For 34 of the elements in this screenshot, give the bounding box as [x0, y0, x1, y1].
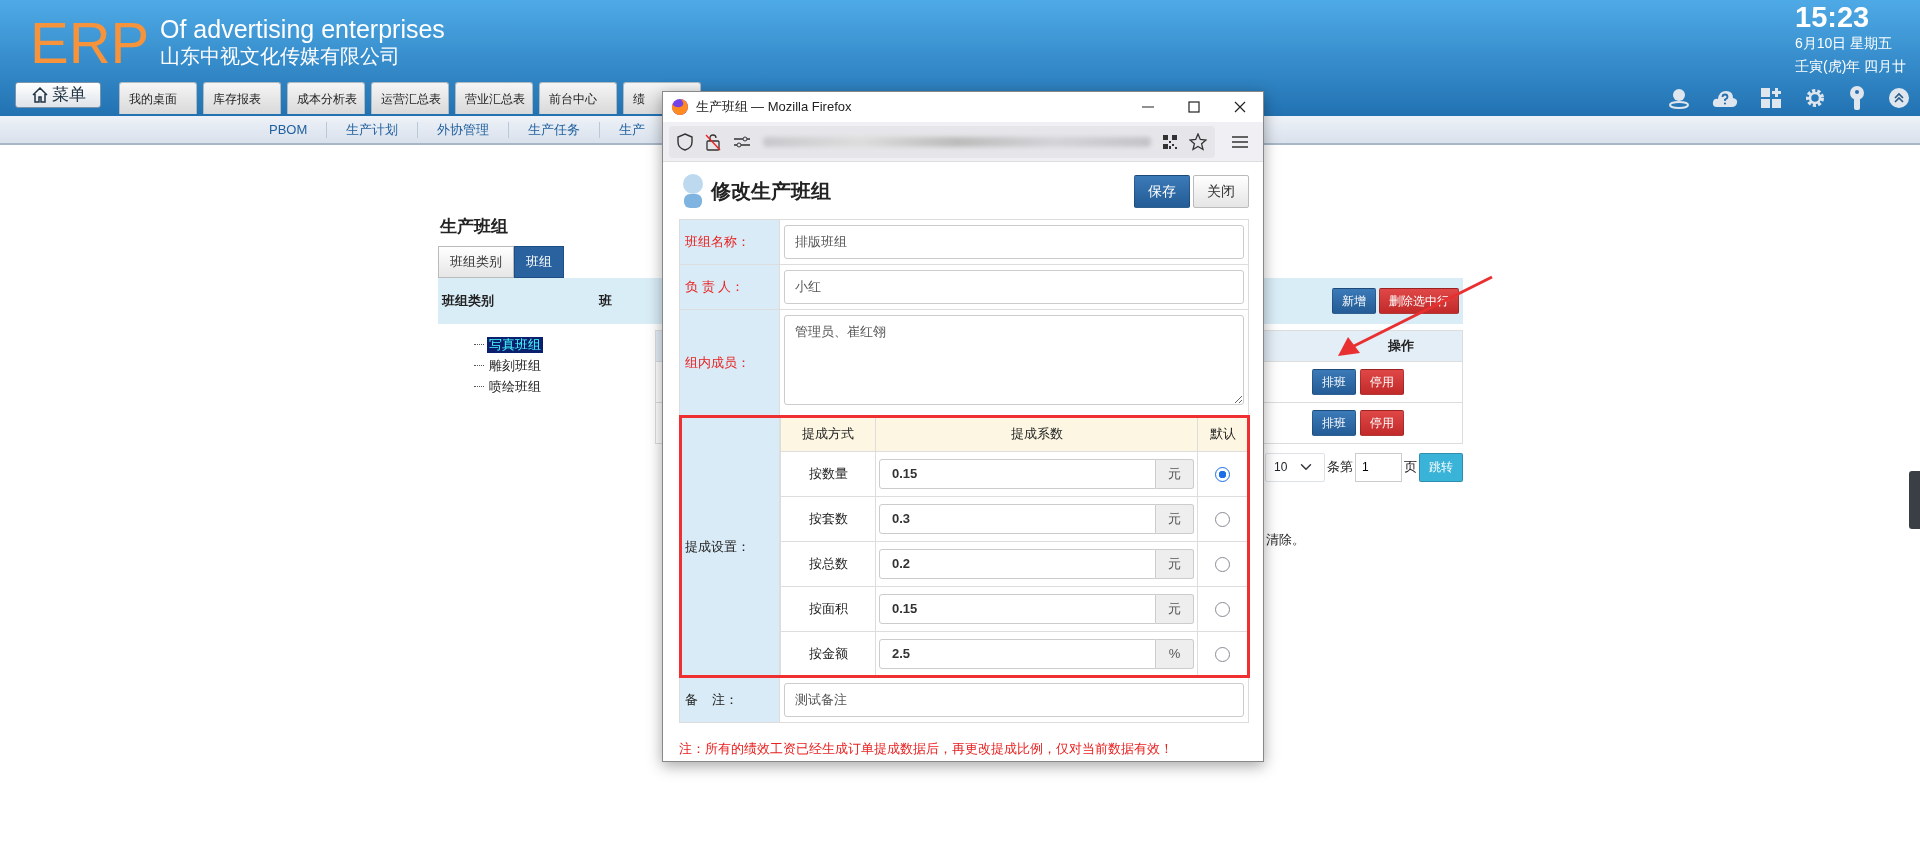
field-label: 提成设置： [679, 416, 780, 677]
field-label: 负 责 人： [679, 264, 780, 310]
method-cell: 按套数 [780, 496, 876, 541]
dialog-heading: 修改生产班组 [711, 179, 831, 204]
column-header: 操作 [1388, 336, 1414, 355]
method-cell: 按总数 [780, 541, 876, 586]
clock-time: 15:23 [1795, 2, 1871, 33]
column-header: 默认 [1197, 417, 1248, 451]
method-cell: 按面积 [780, 586, 876, 631]
pagination-label: 页 [1404, 458, 1417, 477]
column-header: 提成方式 [780, 417, 876, 451]
page-title: 生产班组 [440, 216, 508, 238]
section-heading: 班组类别 [442, 291, 494, 310]
clock-date: 6月10日 星期五 [1795, 34, 1894, 54]
field-label: 组内成员： [679, 309, 780, 416]
unit-label: 元 [1156, 548, 1194, 579]
section-heading: 班 [599, 291, 612, 310]
unit-label: 元 [1156, 503, 1194, 534]
app-title: Of advertising enterprises [160, 14, 445, 44]
warning-note: 注：所有的绩效工资已经生成订单提成数据后，再更改提成比例，仅对当前数据有效！ [678, 739, 1174, 758]
company-name: 山东中视文化传媒有限公司 [160, 44, 401, 68]
pagination-label: 条第 [1327, 458, 1353, 477]
window-title: 生产班组 — Mozilla Firefox [695, 98, 852, 117]
method-cell: 按数量 [780, 451, 876, 496]
unit-label: 元 [1156, 593, 1194, 624]
field-label: 备 注： [679, 677, 780, 722]
unit-label: 元 [1156, 458, 1194, 489]
unit-label: % [1156, 638, 1194, 669]
notice-text: 清除。 [1266, 530, 1305, 549]
logo: ERP [30, 14, 151, 72]
method-cell: 按金额 [780, 631, 876, 676]
field-label: 班组名称： [679, 219, 780, 265]
column-header: 提成系数 [875, 417, 1198, 451]
lunar-date: 壬寅(虎)年 四月廿 [1795, 56, 1908, 76]
